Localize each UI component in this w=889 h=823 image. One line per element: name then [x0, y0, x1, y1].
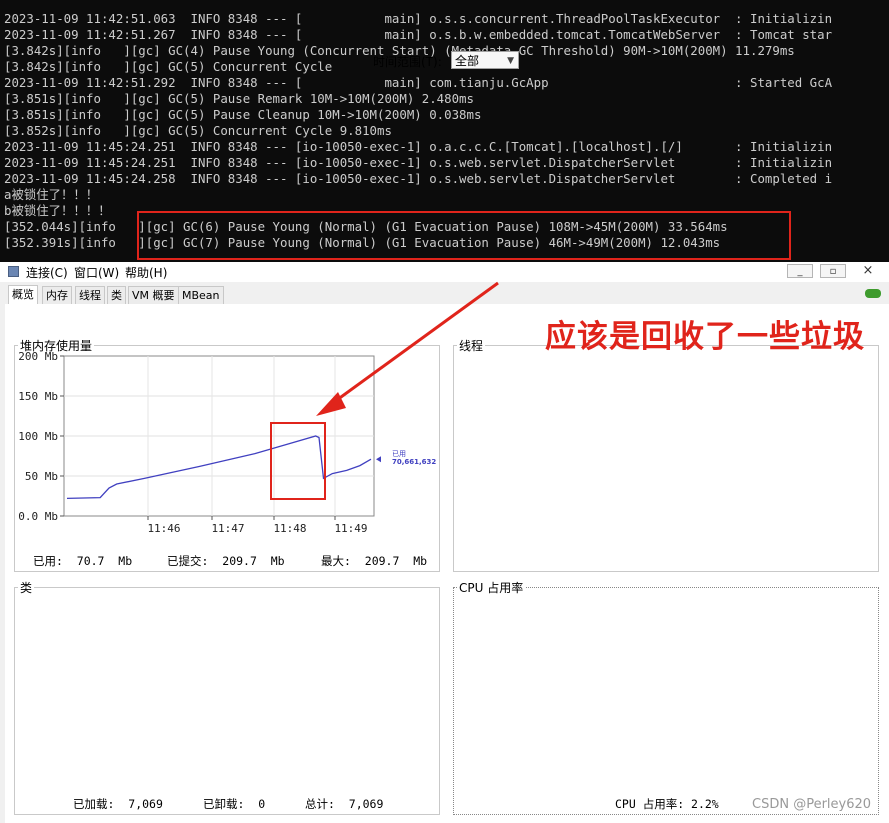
classes-total-readout: 总计: 7,069	[305, 797, 384, 811]
menu-window[interactable]: 窗口(W)	[74, 264, 119, 281]
cpu-usage-readout: CPU 占用率: 2.2%	[615, 797, 719, 811]
console-line: a被锁住了！！！	[4, 187, 99, 202]
tab-overview[interactable]: 概览	[8, 285, 38, 305]
tab-mbean[interactable]: MBean	[178, 286, 224, 304]
menu-connection[interactable]: 连接(C)	[26, 264, 68, 281]
time-range-value: 全部	[455, 54, 480, 68]
console-line: 2023-11-09 11:42:51.292 INFO 8348 --- [ …	[4, 75, 833, 90]
menu-bar: 连接(C) 窗口(W) 帮助(H) _ ▫ ×	[0, 262, 889, 282]
tab-memory[interactable]: 内存	[42, 286, 72, 304]
heap-panel-title: 堆内存使用量	[18, 337, 95, 354]
heap-max-readout: 最大: 209.7 Mb	[321, 554, 428, 568]
threads-panel-title: 线程	[457, 337, 486, 354]
classes-loaded-readout: 已加载: 7,069	[73, 797, 163, 811]
console-line: [3.851s][info ][gc] GC(5) Pause Cleanup …	[4, 107, 482, 122]
heap-used-readout: 已用: 70.7 Mb	[33, 554, 133, 568]
annotation-text: 应该是回收了一些垃圾	[545, 319, 865, 355]
time-range-select[interactable]: 全部 ▼	[451, 51, 519, 69]
chevron-down-icon: ▼	[507, 56, 514, 66]
console-line: [3.851s][info ][gc] GC(5) Pause Remark 1…	[4, 91, 474, 106]
restore-button[interactable]: ▫	[820, 264, 846, 278]
console-line: [3.852s][info ][gc] GC(5) Concurrent Cyc…	[4, 123, 392, 138]
minimize-button[interactable]: _	[787, 264, 813, 278]
menu-help[interactable]: 帮助(H)	[125, 264, 167, 281]
cpu-panel	[453, 587, 879, 815]
heap-committed-readout: 已提交: 209.7 Mb	[167, 554, 285, 568]
classes-unloaded-readout: 已卸载: 0	[203, 797, 266, 811]
heap-panel	[14, 345, 440, 572]
gc-highlight-box	[137, 211, 791, 260]
watermark: CSDN @Perley620	[752, 797, 872, 812]
tab-threads[interactable]: 线程	[75, 286, 105, 304]
classes-panel	[14, 587, 440, 815]
threads-panel	[453, 345, 879, 572]
console-line: 2023-11-09 11:42:51.267 INFO 8348 --- [ …	[4, 27, 833, 42]
console-line: b被锁住了！！！！	[4, 203, 111, 218]
tab-classes[interactable]: 类	[107, 286, 126, 304]
close-button[interactable]: ×	[855, 264, 881, 278]
gc-drop-highlight-box	[270, 422, 326, 500]
console-line: [3.842s][info ][gc] GC(5) Concurrent Cyc…	[4, 59, 333, 74]
console-line: 2023-11-09 11:45:24.258 INFO 8348 --- [i…	[4, 171, 833, 186]
console-line: 2023-11-09 11:45:24.251 INFO 8348 --- [i…	[4, 155, 833, 170]
classes-panel-title: 类	[18, 579, 35, 596]
tab-vm-summary[interactable]: VM 概要	[128, 286, 179, 304]
time-range-label: 时间范围(T):	[373, 55, 442, 69]
console-line: 2023-11-09 11:45:24.251 INFO 8348 --- [i…	[4, 139, 833, 154]
cpu-panel-title: CPU 占用率	[457, 579, 526, 596]
connection-status-icon	[865, 289, 881, 298]
terminal-console: 2023-11-09 11:42:51.063 INFO 8348 --- [ …	[0, 0, 889, 262]
console-line: 2023-11-09 11:42:51.063 INFO 8348 --- [ …	[4, 11, 833, 26]
app-icon	[8, 266, 19, 277]
